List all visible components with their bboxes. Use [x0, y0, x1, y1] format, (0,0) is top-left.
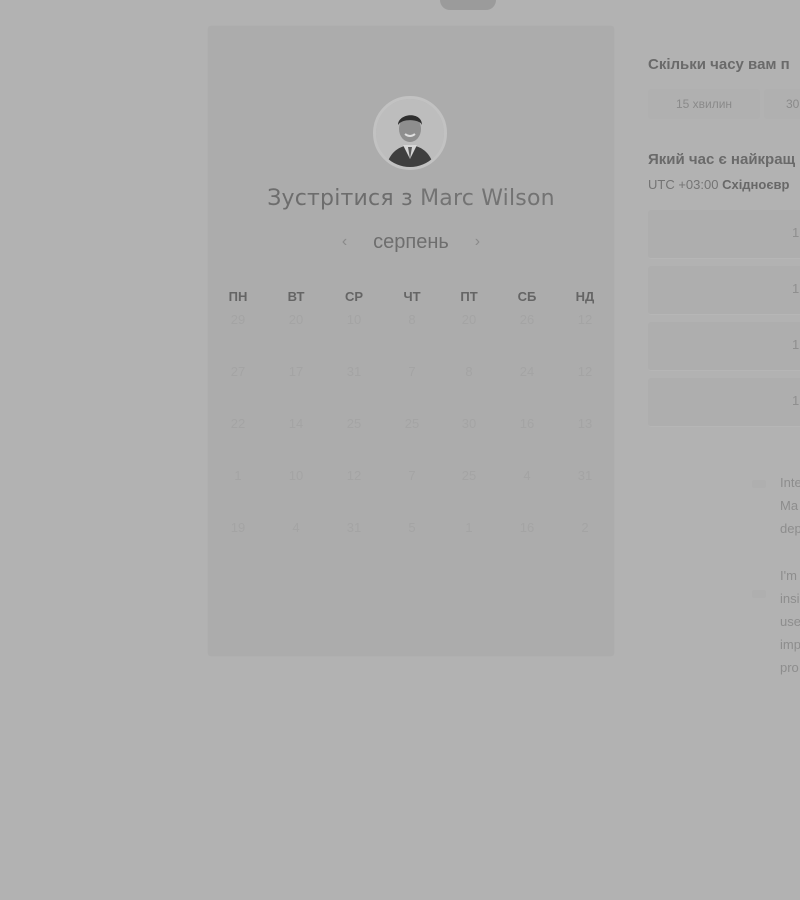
calendar-day[interactable]: 16	[507, 416, 547, 431]
duration-question: Скільки часу вам п	[648, 56, 790, 73]
calendar-day[interactable]: 13	[565, 416, 605, 431]
weekday-label: ПН	[228, 289, 248, 304]
meeting-title: Зустрітися з Marc Wilson	[208, 186, 614, 211]
host-photo	[376, 99, 444, 167]
calendar-day[interactable]: 20	[276, 312, 316, 327]
time-slot[interactable]: 1	[648, 210, 800, 259]
time-slot[interactable]: 1	[648, 266, 800, 315]
host-bio: I'm insi use imp pro	[780, 564, 800, 679]
weekday-label: НД	[575, 289, 595, 304]
calendar-day[interactable]: 25	[449, 468, 489, 483]
host-name: Marc Wilson	[420, 186, 555, 211]
avatar	[373, 96, 447, 170]
time-slot[interactable]: 1	[648, 378, 800, 427]
calendar-day[interactable]: 31	[334, 364, 374, 379]
duration-option-15[interactable]: 15 хвилин	[648, 89, 760, 119]
bullet-icon	[752, 480, 766, 488]
calendar-day[interactable]: 29	[218, 312, 258, 327]
calendar-day[interactable]: 27	[218, 364, 258, 379]
calendar-day[interactable]: 19	[218, 520, 258, 535]
weekday-header: ПН ВТ СР ЧТ ПТ СБ НД	[208, 289, 614, 305]
calendar-day[interactable]: 8	[392, 312, 432, 327]
calendar-day[interactable]: 1	[449, 520, 489, 535]
calendar-day[interactable]: 24	[507, 364, 547, 379]
time-slot[interactable]: 1	[648, 322, 800, 371]
calendar-day[interactable]: 16	[507, 520, 547, 535]
timezone-name: Східноєвр	[722, 177, 790, 192]
calendar-day[interactable]: 1	[218, 468, 258, 483]
timezone-offset: UTC +03:00	[648, 177, 719, 192]
bullet-icon	[752, 590, 766, 598]
month-navigation: ‹ серпень ›	[208, 231, 614, 254]
calendar-day[interactable]: 20	[449, 312, 489, 327]
calendar-day[interactable]: 2	[565, 520, 605, 535]
calendar-day[interactable]: 12	[565, 312, 605, 327]
calendar-day[interactable]: 12	[565, 364, 605, 379]
calendar-day[interactable]: 30	[449, 416, 489, 431]
calendar-day[interactable]: 22	[218, 416, 258, 431]
calendar-day[interactable]: 4	[507, 468, 547, 483]
calendar-day[interactable]: 26	[507, 312, 547, 327]
time-slot-label: 1	[792, 225, 800, 240]
time-question: Який час є найкращ	[648, 151, 796, 168]
description-line: Ma	[780, 498, 799, 513]
calendar-day[interactable]: 31	[565, 468, 605, 483]
meeting-title-prefix: Зустрітися з	[267, 186, 413, 211]
calendar-day[interactable]: 25	[392, 416, 432, 431]
time-slot-label: 1	[792, 281, 800, 296]
brand-logo	[440, 0, 496, 10]
weekday-label: ЧТ	[403, 289, 421, 304]
calendar-day[interactable]: 5	[392, 520, 432, 535]
description-line: I'm	[780, 568, 797, 583]
booking-panel: Скільки часу вам п 15 хвилин 30 Який час…	[648, 0, 800, 900]
calendar-day[interactable]: 17	[276, 364, 316, 379]
calendar-day[interactable]: 25	[334, 416, 374, 431]
timezone-label: UTC +03:00 Східноєвр	[648, 177, 789, 192]
weekday-label: ВТ	[287, 289, 305, 304]
calendar-day[interactable]: 4	[276, 520, 316, 535]
calendar-day[interactable]: 10	[276, 468, 316, 483]
weekday-label: СБ	[517, 289, 537, 304]
time-slot-label: 1	[792, 337, 800, 352]
time-slot-label: 1	[792, 393, 800, 408]
description-line: insi	[780, 591, 800, 606]
chevron-left-icon[interactable]: ‹	[332, 233, 358, 251]
weekday-label: СР	[344, 289, 364, 304]
calendar-day[interactable]: 12	[334, 468, 374, 483]
description-line: Inte	[780, 475, 800, 490]
description-line: pro	[780, 660, 799, 675]
calendar-day[interactable]: 14	[276, 416, 316, 431]
description-line: dep	[780, 521, 800, 536]
description-line: use	[780, 614, 800, 629]
calendar-day[interactable]: 7	[392, 468, 432, 483]
duration-option-30[interactable]: 30	[764, 89, 800, 119]
chevron-right-icon[interactable]: ›	[464, 233, 490, 251]
weekday-label: ПТ	[460, 289, 478, 304]
host-description: Inte Ma dep	[780, 471, 800, 540]
month-label: серпень	[373, 231, 449, 253]
calendar-day[interactable]: 8	[449, 364, 489, 379]
description-line: imp	[780, 637, 800, 652]
scheduler-card: Зустрітися з Marc Wilson ‹ серпень › ПН …	[208, 26, 614, 656]
calendar-day[interactable]: 31	[334, 520, 374, 535]
calendar-day[interactable]: 7	[392, 364, 432, 379]
calendar-day[interactable]: 10	[334, 312, 374, 327]
